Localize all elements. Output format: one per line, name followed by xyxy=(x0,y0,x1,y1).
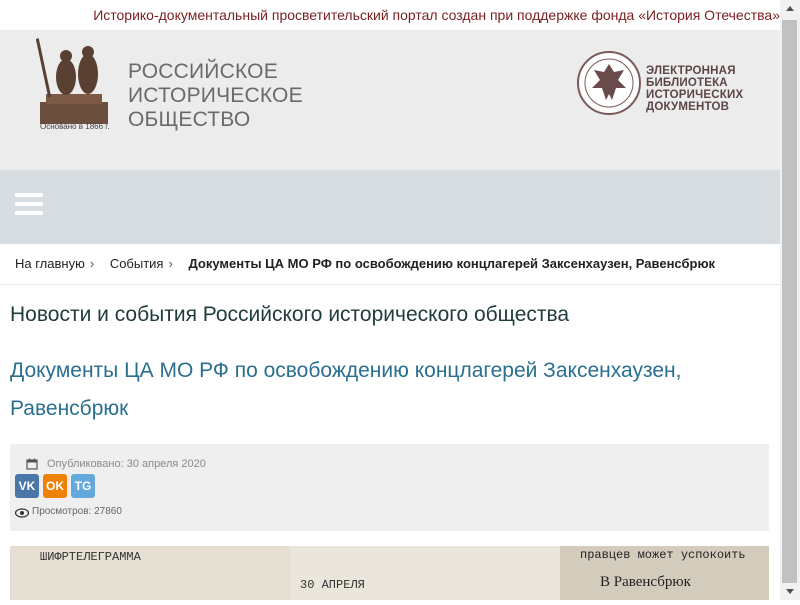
chevron-right-icon: › xyxy=(168,256,173,271)
breadcrumb-home[interactable]: На главную xyxy=(15,256,85,271)
photo-text-date: 30 АПРЕЛЯ xyxy=(300,578,365,592)
ok-share-button[interactable]: OK xyxy=(43,474,67,498)
topbar: Историко-документальный просветительский… xyxy=(0,0,780,30)
rio-line-2: ИСТОРИЧЕСКОЕ xyxy=(128,84,303,107)
rio-founded: Основано в 1866 г. xyxy=(40,122,110,131)
document-scan-image: ШИФРТЕЛЕГРАММА 30 АПРЕЛЯ правцев может у… xyxy=(10,546,769,600)
burger-bar xyxy=(15,202,43,206)
elib-line-1: ЭЛЕКТРОННАЯ xyxy=(646,65,736,77)
breadcrumb-current: Документы ЦА МО РФ по освобождению концл… xyxy=(188,256,716,271)
article-meta: Опубликовано: 30 апреля 2020 VK OK TG Пр… xyxy=(10,444,769,531)
photo-text-telegram: ШИФРТЕЛЕГРАММА xyxy=(40,550,142,564)
scrollbar[interactable] xyxy=(780,0,800,600)
telegram-share-button[interactable]: TG xyxy=(71,474,95,498)
rio-line-1: РОССИЙСКОЕ xyxy=(128,60,278,83)
breadcrumb-events[interactable]: События xyxy=(110,256,164,271)
photo-text-right-1: правцев может успокоить xyxy=(580,548,746,562)
scroll-up-arrow-icon[interactable] xyxy=(780,0,800,17)
rio-line-3: ОБЩЕСТВО xyxy=(128,108,251,131)
article-photo: ШИФРТЕЛЕГРАММА 30 АПРЕЛЯ правцев может у… xyxy=(10,546,769,600)
rio-logo[interactable]: Основано в 1866 г. РОССИЙСКОЕ ИСТОРИЧЕСК… xyxy=(36,30,306,170)
section-title: Новости и события Российского историческ… xyxy=(10,303,570,326)
scrollbar-thumb[interactable] xyxy=(782,20,797,594)
header: Основано в 1866 г. РОССИЙСКОЕ ИСТОРИЧЕСК… xyxy=(0,30,780,170)
published-date: Опубликовано: 30 апреля 2020 xyxy=(47,458,206,470)
breadcrumb: На главную › События › Документы ЦА МО РФ … xyxy=(0,244,780,285)
elib-line-2: БИБЛИОТЕКА xyxy=(646,77,728,89)
eagle-seal-icon xyxy=(577,51,641,115)
chevron-right-icon: › xyxy=(89,256,95,271)
photo-text-right-2: В Равенсбрюк xyxy=(600,574,692,590)
elib-logo[interactable]: ЭЛЕКТРОННАЯ БИБЛИОТЕКА ИСТОРИЧЕСКИХ ДОКУ… xyxy=(576,50,766,130)
elib-line-4: ДОКУМЕНТОВ xyxy=(646,101,730,113)
topbar-text: Историко-документальный просветительский… xyxy=(93,7,780,23)
scroll-down-arrow-icon[interactable] xyxy=(780,583,800,600)
eye-icon xyxy=(15,508,29,518)
view-count: Просмотров: 27860 xyxy=(32,506,122,517)
elib-line-3: ИСТОРИЧЕСКИХ xyxy=(646,89,744,101)
page: Историко-документальный просветительский… xyxy=(0,0,780,600)
monument-icon xyxy=(36,38,108,124)
hamburger-menu-icon[interactable] xyxy=(15,193,43,217)
vk-share-button[interactable]: VK xyxy=(15,474,39,498)
burger-bar xyxy=(15,211,43,215)
elib-name: ЭЛЕКТРОННАЯ БИБЛИОТЕКА ИСТОРИЧЕСКИХ ДОКУ… xyxy=(646,65,743,113)
rio-name: РОССИЙСКОЕ ИСТОРИЧЕСКОЕ ОБЩЕСТВО xyxy=(128,60,303,132)
article-title[interactable]: Документы ЦА МО РФ по освобождению концл… xyxy=(10,352,750,428)
calendar-icon xyxy=(26,458,38,470)
burger-bar xyxy=(15,193,43,197)
navbar xyxy=(0,170,780,244)
